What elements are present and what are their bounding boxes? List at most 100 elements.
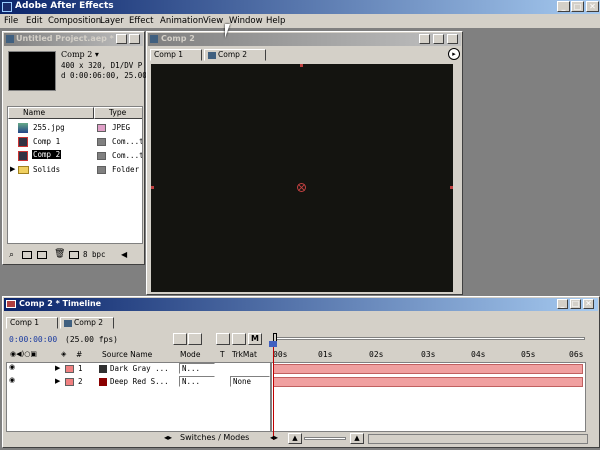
expand-arrow-icon[interactable]: ▶ — [10, 165, 15, 173]
expand-arrow-icon[interactable]: ▶ — [55, 377, 60, 385]
solid-swatch-icon — [99, 378, 107, 386]
frame-blend-icon[interactable] — [232, 333, 246, 345]
label-color-swatch[interactable] — [97, 152, 106, 160]
menu-edit[interactable]: Edit — [26, 16, 42, 26]
zoom-in-button[interactable]: ▲ — [350, 433, 364, 444]
layer-name[interactable]: Deep Red S... — [110, 377, 169, 386]
image-file-icon — [18, 123, 28, 133]
timeline-tab-comp-1[interactable]: Comp 1 — [6, 317, 58, 329]
live-update-icon[interactable] — [173, 333, 187, 345]
tab-comp-2[interactable]: Comp 2 — [204, 49, 266, 61]
timeline-maximize-button[interactable]: □ — [570, 299, 581, 309]
minimize-button[interactable]: _ — [557, 1, 570, 12]
timeline-tab-comp-2[interactable]: Comp 2 — [60, 317, 114, 329]
av-features-icons: ◉◀)○▣ — [10, 350, 37, 358]
list-item[interactable]: 255.jpg JPEG — [8, 121, 142, 135]
zoom-out-button[interactable]: ▲ — [288, 433, 302, 444]
trkmat-select[interactable]: None — [230, 376, 270, 387]
item-name: Solids — [33, 165, 61, 174]
motion-blur-button[interactable]: M — [248, 333, 262, 345]
project-list: Name Type 255.jpg JPEG Comp 1 Com...ti C… — [7, 106, 143, 244]
menu-file[interactable]: File — [4, 16, 18, 26]
current-time-indicator[interactable] — [273, 345, 274, 440]
zoom-slider[interactable] — [304, 437, 346, 440]
list-item[interactable]: Comp 1 Com...ti — [8, 135, 142, 149]
switches-modes-toggle[interactable]: Switches / Modes — [180, 433, 249, 442]
item-name: Comp 2 — [32, 150, 62, 159]
project-minimize-button[interactable]: _ — [116, 34, 127, 44]
cti-head[interactable] — [269, 341, 277, 347]
layer-row[interactable]: ◉ ▶ 2 Deep Red S... N... None — [7, 376, 271, 388]
timeline-tab-icon — [64, 319, 72, 327]
comp-close-button[interactable]: ✕ — [447, 34, 458, 44]
visibility-icon[interactable]: ◉ — [9, 376, 15, 384]
layer-name[interactable]: Dark Gray ... — [110, 364, 169, 373]
menu-animation[interactable]: Animation — [160, 16, 203, 26]
anchor-point-icon[interactable] — [297, 183, 306, 192]
handle-right[interactable] — [450, 186, 453, 189]
mode-select[interactable]: N... — [179, 376, 215, 387]
horizontal-scrollbar[interactable] — [368, 434, 588, 444]
new-folder-icon[interactable] — [22, 251, 32, 259]
handle-top[interactable] — [300, 64, 303, 67]
comp-icon — [150, 35, 158, 43]
expand-arrow-icon[interactable]: ▶ — [55, 364, 60, 372]
column-header-name[interactable]: Name — [8, 107, 94, 119]
new-comp-icon[interactable] — [37, 251, 47, 259]
timeline-titlebar: Comp 2 * Timeline _ □ ✕ — [4, 298, 598, 311]
find-icon[interactable]: ⌕ — [9, 250, 14, 260]
item-name: 255.jpg — [33, 123, 65, 132]
comp-scrollbar[interactable] — [454, 64, 462, 292]
folder-icon — [18, 166, 29, 174]
bpc-label[interactable]: 8 bpc — [83, 250, 106, 259]
handle-left[interactable] — [151, 186, 154, 189]
layer-row[interactable]: ◉ ▶ 1 Dark Gray ... N... — [7, 363, 271, 375]
ruler-tick: 01s — [318, 350, 333, 359]
visibility-icon[interactable]: ◉ — [9, 363, 15, 371]
project-close-button[interactable]: ✕ — [129, 34, 140, 44]
composition-icon — [18, 137, 28, 147]
label-color-swatch[interactable] — [97, 166, 106, 174]
menu-view[interactable]: View — [203, 16, 223, 26]
scroll-left-icon[interactable]: ◀ — [121, 250, 127, 259]
ruler-tick: 00s — [273, 350, 288, 359]
draft-3d-icon[interactable] — [188, 333, 202, 345]
close-button[interactable]: ✕ — [586, 1, 599, 12]
maximize-button[interactable]: □ — [571, 1, 584, 12]
timecode-display[interactable]: 0:00:00:00 — [9, 335, 57, 344]
comp-maximize-button[interactable]: □ — [433, 34, 444, 44]
label-color-swatch[interactable] — [65, 365, 74, 373]
menu-help[interactable]: Help — [266, 16, 285, 26]
item-type: JPEG — [112, 123, 131, 132]
column-header-type[interactable]: Type — [94, 107, 142, 119]
layer-duration-bar[interactable] — [273, 377, 583, 387]
label-color-swatch[interactable] — [97, 138, 106, 146]
project-selected-name[interactable]: Comp 2 ▾ — [61, 50, 99, 59]
time-ruler[interactable]: 00s 01s 02s 03s 04s 05s 06s — [273, 349, 588, 362]
expand-panel-icon-2[interactable]: ◂▸ — [270, 433, 278, 442]
list-item[interactable]: ▶ Solids Folder — [8, 163, 142, 177]
time-navigator[interactable] — [273, 333, 585, 345]
panel-menu-icon[interactable]: ▸ — [448, 48, 460, 60]
comp-tab-icon — [208, 51, 216, 59]
mode-select[interactable]: N... — [179, 363, 215, 374]
comp-titlebar: Comp 2 _ □ ✕ — [148, 33, 461, 46]
list-item-selected[interactable]: Comp 2 Com...ti — [8, 149, 142, 163]
timeline-close-button[interactable]: ✕ — [583, 299, 594, 309]
comp-title: Comp 2 — [161, 34, 195, 43]
timeline-minimize-button[interactable]: _ — [557, 299, 568, 309]
label-color-swatch[interactable] — [97, 124, 106, 132]
menu-effect[interactable]: Effect — [129, 16, 153, 26]
label-color-swatch[interactable] — [65, 378, 74, 386]
layer-duration-bar[interactable] — [273, 364, 583, 374]
comp-minimize-button[interactable]: _ — [419, 34, 430, 44]
menu-layer[interactable]: Layer — [100, 16, 124, 26]
item-type: Com...ti — [112, 137, 142, 146]
menu-composition[interactable]: Composition — [48, 16, 101, 26]
tab-comp-1[interactable]: Comp 1 — [150, 49, 202, 61]
comp-canvas[interactable] — [151, 64, 453, 292]
shy-icon[interactable] — [216, 333, 230, 345]
expand-panel-icon[interactable]: ◂▸ — [164, 433, 172, 442]
ruler-tick: 05s — [521, 350, 536, 359]
delete-icon[interactable]: 🗑 — [54, 249, 65, 259]
